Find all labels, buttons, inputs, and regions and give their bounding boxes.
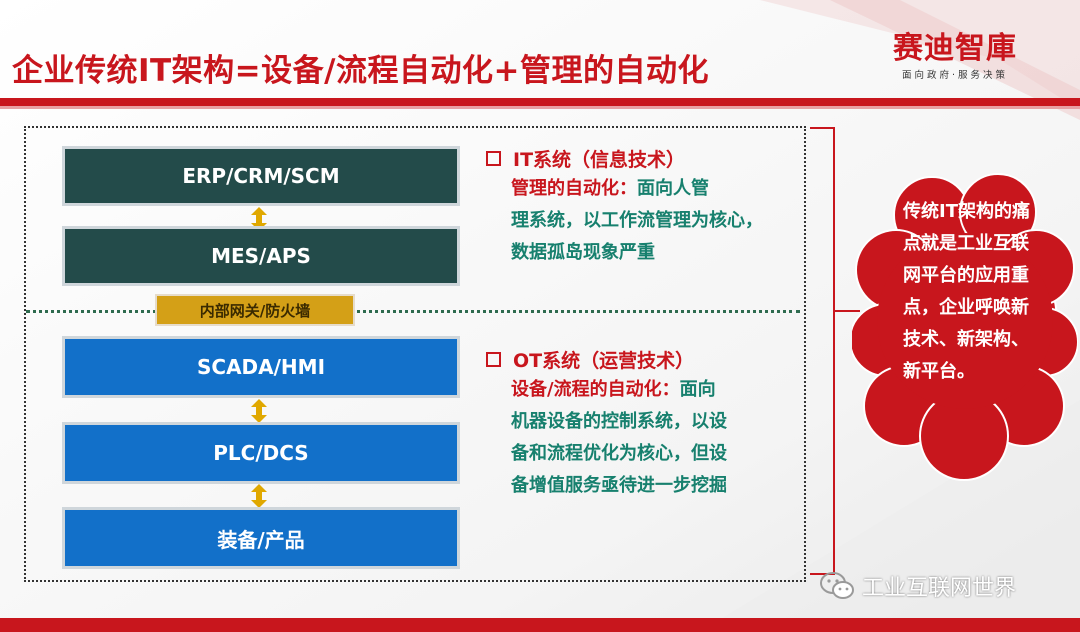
- ot-system-line: 机器设备的控制系统，以设: [511, 406, 816, 438]
- wechat-icon: [820, 572, 854, 599]
- logo-name: 赛迪智庫: [893, 31, 1017, 66]
- watermark: 工业互联网世界: [820, 570, 1016, 602]
- emphasis-text: 设备/流程的自动化：: [511, 379, 680, 400]
- double-arrow-icon: [251, 484, 267, 508]
- it-system-line: 数据孤岛现象严重: [511, 237, 816, 269]
- it-system-line: 理系统，以工作流管理为核心，: [511, 205, 816, 237]
- brand-logo: 赛迪智庫 面向政府·服务决策: [860, 31, 1050, 82]
- checkbox-icon: [486, 351, 501, 367]
- it-system-detail: 管理的自动化：面向人管 理系统，以工作流管理为核心， 数据孤岛现象严重: [486, 173, 816, 269]
- it-system-heading-text: IT系统（信息技术）: [513, 148, 686, 171]
- plc-dcs-box: PLC/DCS: [62, 422, 460, 484]
- network-boundary-line: [26, 310, 800, 313]
- ot-system-detail: 设备/流程的自动化：面向 机器设备的控制系统，以设 备和流程优化为核心，但设 备…: [486, 374, 816, 502]
- description-text: 机器设备的控制系统，以设: [511, 411, 727, 432]
- checkbox-icon: [486, 150, 501, 166]
- description-text: 数据孤岛现象严重: [511, 242, 655, 263]
- description-text: 面向人管: [637, 178, 709, 199]
- equipment-product-box: 装备/产品: [62, 507, 460, 569]
- ot-system-line: 备和流程优化为核心，但设: [511, 438, 816, 470]
- ot-system-line: 备增值服务亟待进一步挖掘: [511, 470, 816, 502]
- it-system-heading: IT系统（信息技术）: [486, 143, 816, 173]
- emphasis-text: 管理的自动化：: [511, 178, 637, 199]
- mes-aps-box: MES/APS: [62, 226, 460, 286]
- double-arrow-icon: [251, 399, 267, 423]
- ot-system-description: OT系统（运营技术） 设备/流程的自动化：面向 机器设备的控制系统，以设 备和流…: [486, 344, 816, 502]
- logo-slogan: 面向政府·服务决策: [901, 70, 1009, 81]
- it-system-line: 管理的自动化：面向人管: [511, 173, 816, 205]
- right-bracket: [810, 127, 860, 575]
- gateway-firewall-label: 内部网关/防火墙: [155, 294, 355, 326]
- callout-text: 传统IT架构的痛点就是工业互联网平台的应用重点，企业呼唤新技术、新架构、新平台。: [903, 201, 1030, 382]
- description-text: 备和流程优化为核心，但设: [511, 443, 727, 464]
- description-text: 理系统，以工作流管理为核心，: [511, 210, 763, 231]
- description-text: 面向: [679, 379, 716, 400]
- page-title: 企业传统IT架构=设备/流程自动化+管理的自动化: [12, 53, 709, 89]
- description-text: 备增值服务亟待进一步挖掘: [511, 475, 727, 496]
- it-system-description: IT系统（信息技术） 管理的自动化：面向人管 理系统，以工作流管理为核心， 数据…: [486, 143, 816, 269]
- watermark-text: 工业互联网世界: [862, 576, 1017, 601]
- title-divider: [0, 98, 1080, 109]
- ot-system-heading: OT系统（运营技术）: [486, 344, 816, 374]
- bottom-bar: [0, 618, 1080, 632]
- scada-hmi-box: SCADA/HMI: [62, 336, 460, 398]
- erp-crm-scm-box: ERP/CRM/SCM: [62, 146, 460, 206]
- ot-system-line: 设备/流程的自动化：面向: [511, 374, 816, 406]
- ot-system-heading-text: OT系统（运营技术）: [513, 349, 695, 372]
